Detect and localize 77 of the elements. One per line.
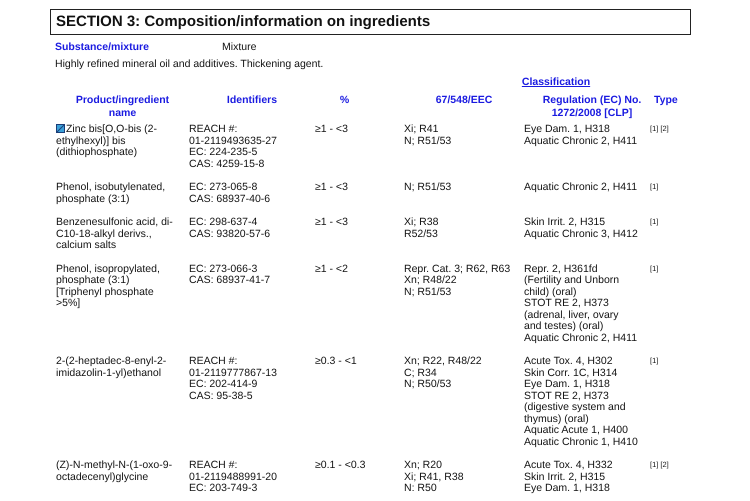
field-label: Substance/mixture [55, 41, 150, 53]
percent-range: ≥1 - <3 [315, 182, 349, 194]
identifier-text: CAS: 68937-41-7 [189, 275, 272, 286]
body-text: Highly refined mineral oil and additives. Thickening agent. [55, 58, 324, 70]
eec-classification: Xn; R48/22 [404, 275, 458, 286]
clp-classification: Aquatic Chronic 3, H412 [524, 228, 639, 240]
eec-classification: Repr. Cat. 3; R62, R63 [404, 264, 512, 275]
clp-classification: Eye Dam. 1, H318 [524, 379, 611, 390]
clp-classification: Skin Irrit. 2, H315 [524, 472, 606, 483]
percent-range: ≥1 - <3 [315, 217, 349, 228]
identifier-text: 01-2119777867-13 [189, 368, 278, 379]
identifier-text: CAS: 95-38-5 [189, 390, 254, 402]
identifier-text: EC: 298-637-4 [189, 217, 258, 228]
clp-classification: Skin Irrit. 2, H315 [524, 217, 606, 228]
clp-classification: Aquatic Chronic 2, H411 [524, 332, 638, 344]
column-header: Type [654, 94, 678, 106]
column-header: % [340, 94, 350, 106]
eec-classification: Xi; R41 [404, 124, 440, 136]
identifier-text: EC: 224-235-5 [189, 147, 258, 158]
identifier-text: REACH #: [189, 124, 238, 136]
percent-range: ≥1 - <2 [315, 264, 349, 275]
column-header: Product/ingredient name [76, 94, 170, 118]
classification-heading: Classification [522, 76, 590, 88]
ingredient-name: Benzenesulfonic acid, di-C10-18-alkyl derivs., calcium salts [56, 217, 174, 252]
percent-range: ≥1 - <3 [315, 124, 349, 136]
eec-classification: R52/53 [404, 228, 439, 240]
eec-classification: N; R51/53 [404, 182, 452, 194]
identifier-text: 01-2119493635-27 [189, 136, 278, 147]
field-value: Mixture [222, 41, 256, 53]
identifier-text: EC: 273-065-8 [189, 182, 258, 194]
percent-range: ≥0.1 - <0.3 [315, 460, 366, 472]
eec-classification: Xi; R38 [404, 217, 440, 228]
eec-classification: N; R51/53 [404, 136, 452, 147]
eec-classification: N; R50/53 [404, 379, 452, 390]
eec-classification: Xn; R20 [404, 460, 443, 472]
clp-classification: (adrenal, liver, ovary [524, 310, 620, 320]
identifier-text: EC: 202-414-9 [189, 379, 258, 390]
identifier-text: EC: 273-066-3 [189, 264, 258, 275]
identifier-text: REACH #: [189, 356, 238, 368]
clp-classification: Repr. 2, H361fd [524, 264, 599, 274]
eec-classification: Xi; R41, R38 [404, 472, 465, 483]
clp-classification: Aquatic Chronic 1, H410 [524, 436, 639, 448]
identifier-text: REACH #: [189, 460, 238, 472]
ingredient-name: Phenol, isobutylenated, phosphate (3:1) [56, 182, 166, 205]
section-heading: SECTION 3: Composition/information on ingredients [50, 9, 691, 35]
identifier-text: CAS: 93820-57-6 [189, 228, 272, 240]
identifier-text: EC: 203-749-3 [189, 483, 258, 494]
eec-classification: Xn; R22, R48/22 [404, 356, 483, 368]
ingredient-name: (Z)-N-methyl-N-(1-oxo-9-octadecenyl)glycine [56, 460, 174, 483]
percent-range: ≥0.3 - <1 [315, 356, 358, 368]
clp-classification: Aquatic Acute 1, H400 [524, 425, 629, 436]
ingredient-name: 2-(2-heptadec-8-enyl-2-imidazolin-1-yl)ethanol [56, 356, 168, 379]
column-header: 67/548/EEC [436, 94, 492, 106]
clp-classification: (digestive system and [524, 402, 627, 414]
clp-classification: Acute Tox. 4, H332 [524, 460, 614, 472]
eec-classification: C; R34 [404, 368, 438, 379]
clp-classification: thymus) (oral) [524, 414, 590, 424]
eec-classification: N; R51/53 [404, 286, 452, 298]
ingredient-name: Phenol, isopropylated, phosphate (3:1) [Triphenyl phosphate >5%] [56, 264, 161, 310]
clp-classification: STOT RE 2, H373 [524, 298, 610, 310]
identifier-text: 01-2119488991-20 [189, 472, 278, 483]
clp-classification: Eye Dam. 1, H318 [524, 483, 611, 494]
clp-classification: and testes) (oral) [524, 321, 604, 332]
identifier-text: CAS: 68937-40-6 [189, 194, 272, 205]
column-header: Identifiers [226, 94, 278, 106]
clp-classification: child) (oral) [524, 286, 578, 298]
identifier-text: CAS: 4259-15-8 [189, 158, 266, 170]
clp-classification: STOT RE 2, H373 [524, 390, 610, 402]
clp-classification: (Fertility and Unborn [524, 275, 620, 286]
clp-classification: Eye Dam. 1, H318 [524, 124, 611, 136]
clp-classification: Aquatic Chronic 2, H411 [524, 136, 638, 147]
clp-classification: Aquatic Chronic 2, H411 [524, 182, 638, 194]
ingredient-name: Zinc bis[O,O-bis (2-ethylhexyl)] bis (dithiophosphate) [56, 124, 158, 158]
clp-classification: Acute Tox. 4, H302 [524, 356, 614, 368]
column-header: Regulation (EC) No. 1272/2008 [CLP] [542, 94, 642, 118]
eec-classification: N: R50 [404, 483, 438, 494]
clp-classification: Skin Corr. 1C, H314 [524, 368, 618, 379]
